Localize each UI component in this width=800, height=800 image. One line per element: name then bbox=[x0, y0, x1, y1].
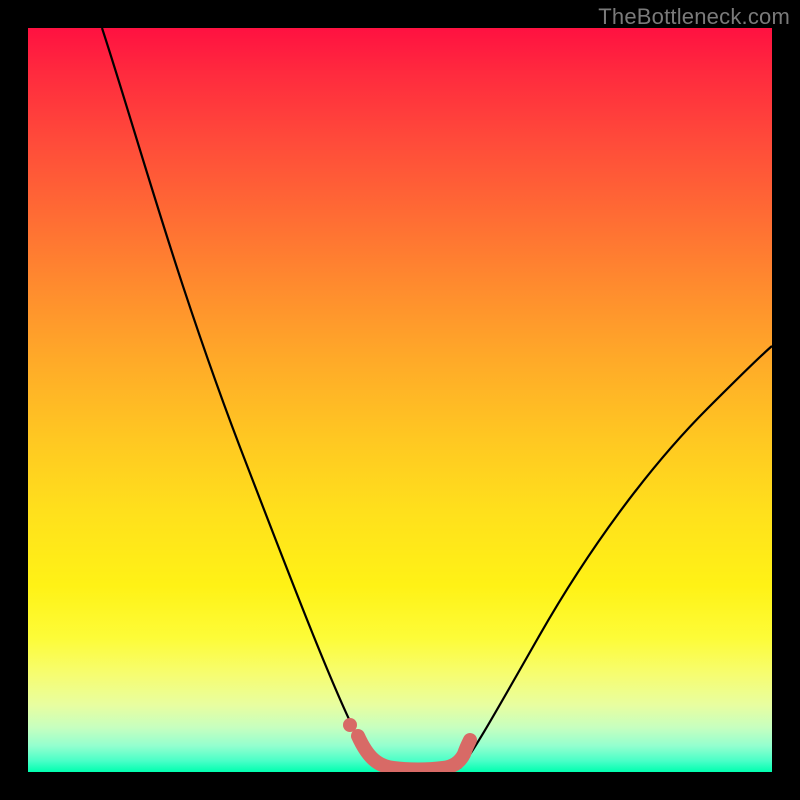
accent-dot bbox=[343, 718, 357, 732]
right-curve bbox=[460, 346, 772, 768]
left-curve bbox=[102, 28, 380, 768]
chart-plot-area bbox=[28, 28, 772, 772]
bottom-accent bbox=[358, 736, 470, 770]
chart-curves bbox=[28, 28, 772, 772]
chart-frame: TheBottleneck.com bbox=[0, 0, 800, 800]
watermark-text: TheBottleneck.com bbox=[598, 4, 790, 30]
